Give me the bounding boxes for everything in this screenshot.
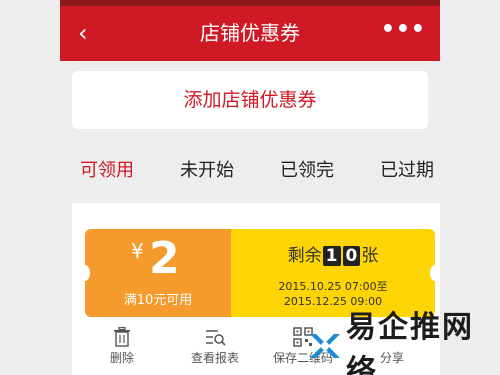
trash-icon: [102, 326, 142, 349]
coupon-condition: 满10元可用: [123, 293, 193, 308]
tab-not-started[interactable]: 未开始: [180, 147, 234, 195]
delete-label: 删除: [109, 351, 134, 365]
delete-button[interactable]: 删除: [102, 326, 142, 366]
remaining-digit: 0: [342, 246, 361, 266]
view-report-label: 查看报表: [190, 351, 239, 365]
watermark: 易企推网络: [306, 310, 500, 375]
watermark-logo-icon: [306, 328, 342, 364]
coupon-tabs: 可领用 未开始 已领完 已过期: [60, 147, 440, 195]
coupon-notch: [80, 265, 90, 281]
tab-available[interactable]: 可领用: [80, 147, 134, 195]
report-list-icon: [185, 327, 245, 349]
more-icon[interactable]: •••: [381, 16, 426, 44]
remaining-digit: 1: [322, 246, 341, 266]
view-report-button[interactable]: 查看报表: [185, 327, 245, 366]
remaining-prefix: 剩余: [287, 246, 322, 266]
remaining-suffix: 张: [361, 246, 379, 266]
tab-claimed-out[interactable]: 已领完: [280, 147, 334, 195]
header-bar: ‹ 店铺优惠券 •••: [60, 6, 440, 61]
tab-expired[interactable]: 已过期: [380, 147, 434, 195]
valid-from: 2015.10.25 07:00至: [278, 280, 388, 293]
coupon-amount: 2: [149, 233, 180, 284]
add-coupon-button[interactable]: 添加店铺优惠券: [72, 71, 428, 129]
watermark-text: 易企推网络: [346, 310, 474, 375]
coupon-value-panel: ¥ 2 满10元可用: [80, 229, 231, 317]
remaining-count: 剩余 1 0 张: [231, 241, 435, 266]
currency-symbol: ¥: [131, 239, 144, 263]
